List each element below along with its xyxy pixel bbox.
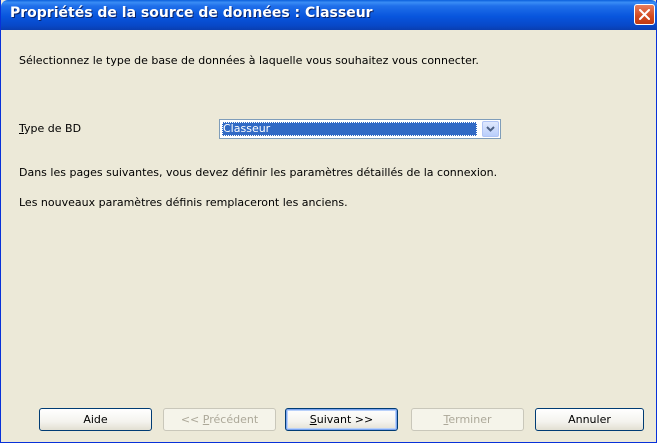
help-button[interactable]: Aide bbox=[39, 408, 152, 431]
previous-button[interactable]: << Précédent bbox=[163, 408, 276, 431]
close-icon bbox=[639, 9, 650, 20]
help-button-label: Aide bbox=[83, 413, 108, 426]
cancel-button[interactable]: Annuler bbox=[535, 408, 644, 431]
db-type-label-rest: ype de BD bbox=[24, 122, 82, 135]
intro-text: Sélectionnez le type de base de données … bbox=[19, 54, 479, 67]
window-title: Propriétés de la source de données : Cla… bbox=[10, 5, 373, 21]
info-text-2: Les nouveaux paramètres définis remplace… bbox=[19, 196, 348, 209]
title-bar[interactable]: Propriétés de la source de données : Cla… bbox=[1, 0, 657, 30]
cancel-button-label: Annuler bbox=[568, 413, 611, 426]
next-button-label: Suivant >> bbox=[310, 413, 373, 426]
finish-button-label: Terminer bbox=[444, 413, 492, 426]
close-button[interactable] bbox=[634, 4, 655, 25]
previous-prefix: << bbox=[180, 413, 203, 426]
previous-button-label: << Précédent bbox=[181, 413, 258, 426]
previous-rest: récédent bbox=[209, 413, 259, 426]
dialog-content: Sélectionnez le type de base de données … bbox=[5, 30, 654, 431]
db-type-selected-value: Classeur bbox=[222, 122, 477, 136]
info-text-1: Dans les pages suivantes, vous devez déf… bbox=[19, 166, 498, 179]
db-type-label: Type de BD bbox=[19, 122, 81, 135]
next-rest: uivant >> bbox=[316, 413, 374, 426]
db-type-select[interactable]: Classeur bbox=[219, 119, 501, 139]
chevron-down-icon bbox=[486, 126, 495, 132]
dialog-window: Propriétés de la source de données : Cla… bbox=[0, 0, 657, 443]
finish-button[interactable]: Terminer bbox=[411, 408, 524, 431]
next-button[interactable]: Suivant >> bbox=[285, 408, 398, 431]
next-accel: S bbox=[309, 413, 317, 426]
finish-rest: erminer bbox=[448, 413, 492, 426]
dropdown-arrow-button[interactable] bbox=[482, 121, 499, 137]
